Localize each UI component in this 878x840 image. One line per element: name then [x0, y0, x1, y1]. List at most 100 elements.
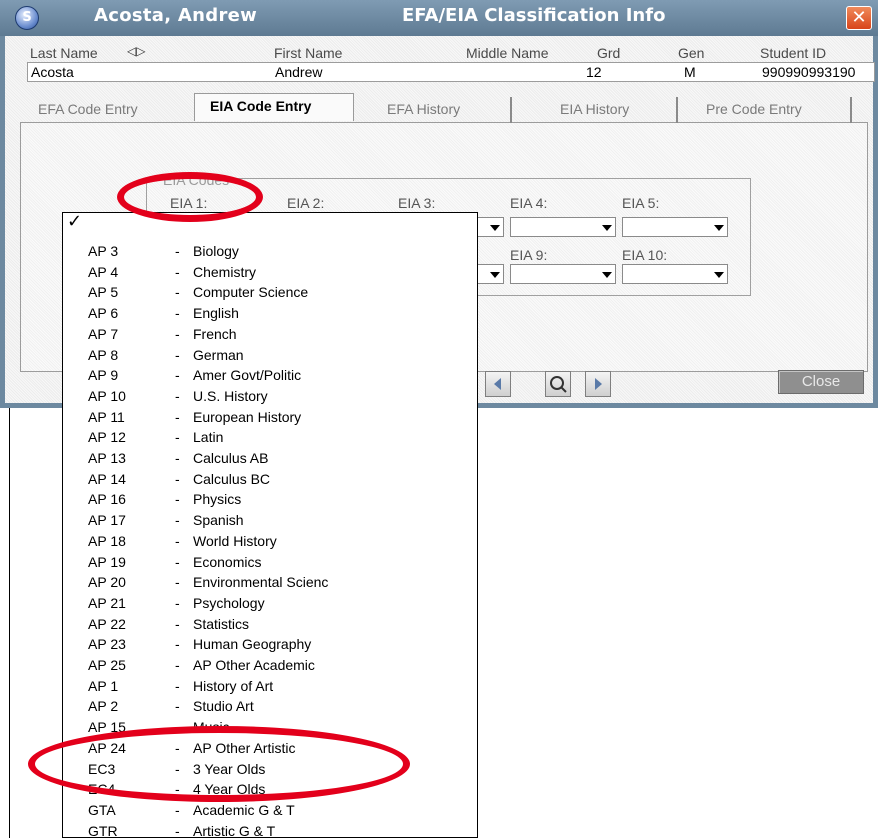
- tab-eia-history[interactable]: EIA History: [520, 97, 678, 123]
- last-name-header: Last Name: [30, 45, 98, 61]
- check-icon: ✓: [67, 211, 83, 232]
- tab-efa-code-entry[interactable]: EFA Code Entry: [22, 97, 192, 123]
- title-bar[interactable]: S Acosta, Andrew EFA/EIA Classification …: [0, 0, 878, 36]
- dropdown-option[interactable]: AP 6 - English: [63, 302, 477, 322]
- annotation-circle-eia1: [117, 172, 263, 222]
- grade-value: 12: [586, 64, 602, 80]
- dropdown-option[interactable]: AP 13 - Calculus AB: [63, 447, 477, 467]
- option-separator: -: [175, 698, 180, 715]
- option-separator: -: [175, 822, 180, 839]
- dropdown-option[interactable]: AP 25 - AP Other Academic: [63, 654, 477, 674]
- next-record-button[interactable]: [585, 371, 611, 397]
- option-code: AP 20: [88, 574, 126, 591]
- dropdown-option[interactable]: AP 18 - World History: [63, 530, 477, 550]
- chevron-down-icon: [602, 272, 612, 278]
- option-separator: -: [175, 636, 180, 653]
- option-code: AP 14: [88, 470, 126, 487]
- dropdown-option[interactable]: AP 3 - Biology: [63, 240, 477, 260]
- option-separator: -: [175, 491, 180, 508]
- option-code: AP 16: [88, 491, 126, 508]
- option-separator: -: [175, 512, 180, 529]
- eia-4-select[interactable]: [510, 217, 616, 237]
- option-description: Spanish: [193, 512, 244, 529]
- option-separator: -: [175, 532, 180, 549]
- student-name-title: Acosta, Andrew: [94, 5, 258, 26]
- option-separator: -: [175, 284, 180, 301]
- eia-9-label: EIA 9:: [510, 247, 548, 263]
- option-description: Computer Science: [193, 284, 309, 301]
- option-code: AP 9: [88, 367, 119, 384]
- option-code: GTA: [88, 801, 116, 818]
- option-description: Chemistry: [193, 263, 257, 280]
- option-code: AP 19: [88, 553, 126, 570]
- option-separator: -: [175, 615, 180, 632]
- dropdown-option[interactable]: GTA - Academic G & T: [63, 799, 477, 819]
- close-button[interactable]: Close: [778, 370, 864, 394]
- option-separator: -: [175, 594, 180, 611]
- sort-arrows-icon[interactable]: ◁▷: [127, 44, 145, 58]
- option-description: AP Other Academic: [193, 657, 315, 673]
- option-code: AP 2: [88, 698, 119, 715]
- previous-record-button[interactable]: [485, 371, 511, 397]
- option-code: AP 5: [88, 284, 119, 301]
- dropdown-option[interactable]: AP 7 - French: [63, 323, 477, 343]
- dropdown-option[interactable]: AP 20 - Environmental Scienc: [63, 571, 477, 591]
- option-description: Studio Art: [193, 698, 254, 715]
- option-separator: -: [175, 408, 180, 425]
- dropdown-option[interactable]: AP 1 - History of Art: [63, 675, 477, 695]
- option-code: AP 11: [88, 408, 125, 425]
- dropdown-option[interactable]: AP 22 - Statistics: [63, 613, 477, 633]
- tab-efa-history[interactable]: EFA History: [362, 97, 512, 123]
- arrow-left-icon: [494, 378, 501, 390]
- dropdown-option[interactable]: AP 19 - Economics: [63, 551, 477, 571]
- option-description: History of Art: [193, 677, 274, 694]
- option-description: Calculus AB: [193, 450, 269, 466]
- tab-pre-code-entry[interactable]: Pre Code Entry: [686, 97, 852, 123]
- dropdown-option[interactable]: AP 11 - European History: [63, 406, 477, 426]
- window-title: EFA/EIA Classification Info: [402, 5, 666, 26]
- option-separator: -: [175, 801, 180, 818]
- eia-10-select[interactable]: [622, 264, 728, 284]
- option-code: AP 17: [88, 512, 126, 529]
- close-window-button[interactable]: ✕: [846, 6, 872, 30]
- option-description: Human Geography: [193, 636, 312, 653]
- option-separator: -: [175, 243, 180, 259]
- option-code: AP 21: [88, 594, 126, 611]
- dropdown-option[interactable]: AP 12 - Latin: [63, 426, 477, 446]
- dropdown-option[interactable]: AP 10 - U.S. History: [63, 385, 477, 405]
- tab-eia-code-entry[interactable]: EIA Code Entry: [194, 93, 354, 121]
- option-description: French: [193, 325, 237, 342]
- option-description: Latin: [193, 429, 224, 446]
- option-code: AP 25: [88, 657, 126, 673]
- dropdown-option[interactable]: AP 4 - Chemistry: [63, 261, 477, 281]
- search-record-button[interactable]: [545, 371, 571, 397]
- eia-10-label: EIA 10:: [622, 247, 668, 263]
- dropdown-option[interactable]: AP 23 - Human Geography: [63, 633, 477, 653]
- option-code: AP 8: [88, 346, 119, 363]
- dropdown-option[interactable]: AP 5 - Computer Science: [63, 281, 477, 301]
- chevron-down-icon: [490, 225, 500, 231]
- dropdown-option[interactable]: AP 16 - Physics: [63, 488, 477, 508]
- eia-9-select[interactable]: [510, 264, 616, 284]
- dropdown-option[interactable]: AP 14 - Calculus BC: [63, 468, 477, 488]
- option-separator: -: [175, 305, 180, 322]
- chevron-down-icon: [714, 272, 724, 278]
- option-code: GTR: [88, 822, 118, 839]
- dropdown-option[interactable]: AP 21 - Psychology: [63, 592, 477, 612]
- dropdown-option[interactable]: AP 17 - Spanish: [63, 509, 477, 529]
- dropdown-option[interactable]: GTR - Artistic G & T: [63, 820, 477, 840]
- dropdown-option[interactable]: AP 9 - Amer Govt/Politic: [63, 364, 477, 384]
- option-separator: -: [175, 367, 180, 384]
- dropdown-option[interactable]: AP 2 - Studio Art: [63, 695, 477, 715]
- option-description: Calculus BC: [193, 470, 271, 487]
- dropdown-option[interactable]: AP 8 - German: [63, 344, 477, 364]
- chevron-down-icon: [490, 272, 500, 278]
- option-code: AP 1: [88, 677, 119, 694]
- option-code: AP 13: [88, 450, 126, 466]
- option-code: AP 22: [88, 615, 126, 632]
- background-edge: [0, 408, 10, 838]
- student-info-row[interactable]: Acosta Andrew 12 M 990990993190: [27, 62, 875, 82]
- option-description: World History: [193, 532, 277, 549]
- gender-header: Gen: [678, 45, 705, 61]
- eia-5-select[interactable]: [622, 217, 728, 237]
